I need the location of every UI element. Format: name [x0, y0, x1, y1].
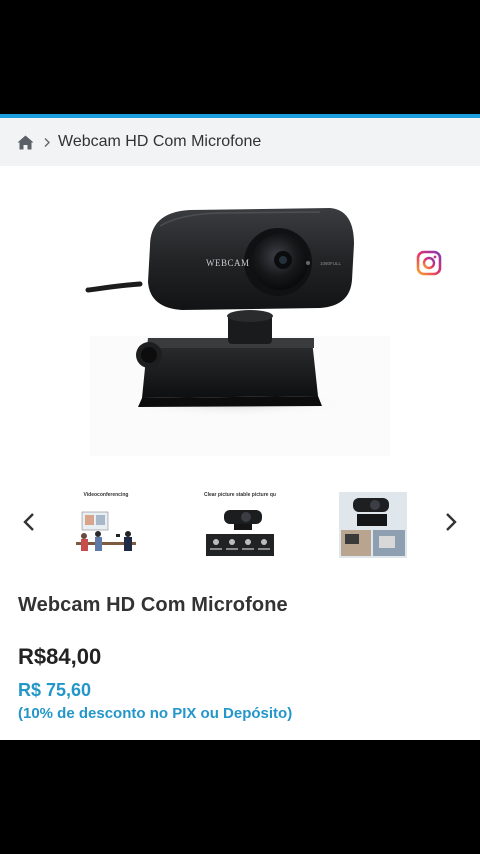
- status-area: [0, 0, 480, 114]
- home-icon[interactable]: [17, 134, 34, 150]
- breadcrumb-current: Webcam HD Com Microfone: [58, 133, 262, 150]
- chevron-right-icon[interactable]: [438, 510, 462, 534]
- thumbnail-2[interactable]: Clear picture stable picture quality: [204, 492, 276, 558]
- chevron-right-icon: [43, 136, 53, 148]
- product-main-image[interactable]: 1080FULL WEBCAM: [0, 166, 480, 484]
- instagram-icon[interactable]: [416, 250, 442, 276]
- product-title: Webcam HD Com Microfone: [18, 594, 288, 616]
- svg-text:1080FULL: 1080FULL: [320, 261, 342, 266]
- device-brand-label: WEBCAM: [206, 258, 250, 268]
- product-price: R$84,00: [18, 644, 102, 669]
- pix-price: R$ 75,60: [18, 680, 92, 700]
- product-page: Webcam HD Com Microfone 1080FULL WEBCAM …: [0, 118, 480, 740]
- breadcrumb: Webcam HD Com Microfone: [0, 118, 480, 166]
- thumbnail-3[interactable]: [339, 492, 407, 558]
- thumbnail-1[interactable]: Videoconferencing: [72, 492, 140, 558]
- thumbnail-carousel: Videoconferencing Clear picture stable p…: [0, 488, 480, 560]
- pix-discount-note: (10% de desconto no PIX ou Depósito): [18, 705, 293, 722]
- chevron-left-icon[interactable]: [18, 510, 42, 534]
